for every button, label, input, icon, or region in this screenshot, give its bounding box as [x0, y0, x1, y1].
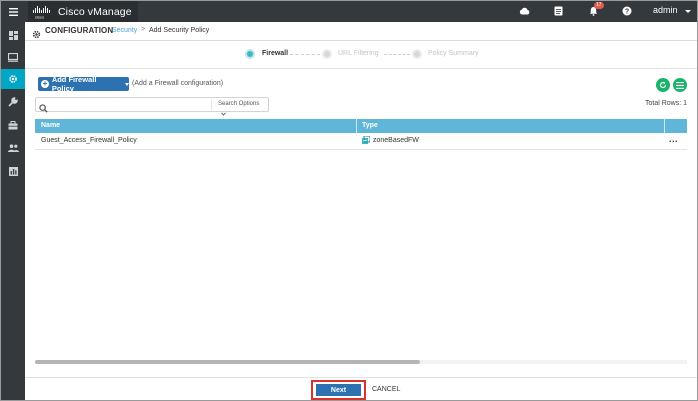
- monitor-icon[interactable]: [1, 47, 25, 67]
- configuration-icon[interactable]: [1, 69, 25, 89]
- admin-icon[interactable]: [1, 138, 25, 158]
- table-header: Name Type: [35, 119, 687, 133]
- column-divider: [356, 119, 357, 133]
- page-header: CONFIGURATION Security > Add Security Po…: [25, 22, 697, 41]
- step-policy-summary-indicator[interactable]: [412, 49, 422, 59]
- row-actions-more-icon[interactable]: ...: [669, 134, 678, 144]
- total-rows: Total Rows: 1: [645, 100, 688, 107]
- chevron-down-icon: [221, 112, 226, 117]
- add-firewall-policy-button[interactable]: + Add Firewall Policy: [38, 75, 129, 93]
- cisco-logo-icon: cisco: [32, 5, 54, 19]
- step-url-filtering-label[interactable]: URL Filtering: [338, 50, 379, 57]
- analytics-icon[interactable]: [1, 161, 25, 181]
- column-settings-button[interactable]: [673, 78, 687, 92]
- svg-text:?: ?: [625, 9, 629, 16]
- step-firewall-label[interactable]: Firewall: [262, 50, 288, 57]
- add-hint-text: (Add a Firewall configuration): [132, 80, 224, 87]
- horizontal-scrollbar[interactable]: [35, 360, 687, 364]
- page-title: CONFIGURATION: [45, 26, 114, 35]
- menu-icon[interactable]: [1, 1, 25, 22]
- top-bar: cisco Cisco vManage 17 ? admin: [1, 1, 697, 22]
- step-connector: [384, 54, 410, 55]
- step-connector: [290, 54, 320, 55]
- column-divider: [664, 119, 665, 133]
- search-input[interactable]: [52, 99, 202, 110]
- tasks-icon[interactable]: [552, 5, 564, 17]
- breadcrumb-current: Add Security Policy: [149, 27, 210, 34]
- step-firewall-indicator[interactable]: [245, 49, 255, 59]
- search-options-dropdown[interactable]: Search Options: [211, 99, 269, 117]
- search-options-label: Search Options: [218, 101, 260, 107]
- brand: cisco Cisco vManage: [28, 1, 138, 22]
- policy-table: Name Type Guest_Access_Firewall_Policy z…: [35, 119, 687, 150]
- chevron-down-icon: [125, 82, 129, 86]
- maintenance-icon[interactable]: [1, 115, 25, 135]
- next-button[interactable]: Next: [316, 384, 361, 396]
- wizard-steps: Firewall URL Filtering Policy Summary: [25, 41, 697, 69]
- footer-bar: Next CANCEL: [25, 377, 697, 400]
- app-title: Cisco vManage: [58, 5, 132, 18]
- column-header-type[interactable]: Type: [362, 122, 378, 129]
- cloud-icon[interactable]: [518, 5, 530, 17]
- brand-sub: cisco: [35, 14, 45, 19]
- main-panel: + Add Firewall Policy (Add a Firewall co…: [25, 69, 697, 377]
- cancel-button[interactable]: CANCEL: [372, 386, 400, 393]
- step-policy-summary-label[interactable]: Policy Summary: [428, 50, 479, 57]
- breadcrumb-separator: >: [141, 26, 146, 33]
- add-firewall-policy-label: Add Firewall Policy: [51, 75, 97, 93]
- plus-icon: +: [41, 79, 49, 88]
- search-box: Search Options: [35, 97, 269, 117]
- list-icon: [676, 81, 684, 89]
- step-url-filtering-indicator[interactable]: [322, 49, 332, 59]
- user-menu[interactable]: admin: [653, 5, 678, 15]
- zone-firewall-icon: [362, 135, 371, 146]
- dashboard-icon[interactable]: [1, 25, 25, 45]
- help-icon[interactable]: ?: [621, 5, 633, 17]
- column-header-name[interactable]: Name: [41, 122, 60, 129]
- search-icon: [39, 100, 48, 118]
- bell-icon[interactable]: 17: [587, 2, 604, 17]
- next-button-highlight: Next: [311, 380, 366, 400]
- table-row[interactable]: Guest_Access_Firewall_Policy zoneBasedFW…: [35, 133, 687, 150]
- refresh-icon: [660, 81, 667, 89]
- policy-type-cell: zoneBasedFW: [373, 137, 419, 144]
- refresh-button[interactable]: [656, 78, 670, 92]
- policy-name-cell: Guest_Access_Firewall_Policy: [41, 137, 137, 144]
- app-window: cisco Cisco vManage 17 ? admin CONFIGURA…: [0, 0, 698, 401]
- notification-badge: 17: [594, 2, 604, 9]
- breadcrumb-security-link[interactable]: Security: [112, 27, 137, 34]
- tools-icon[interactable]: [1, 92, 25, 112]
- sidebar: [1, 22, 25, 400]
- scrollbar-thumb[interactable]: [35, 360, 420, 364]
- chevron-down-icon[interactable]: [685, 10, 691, 13]
